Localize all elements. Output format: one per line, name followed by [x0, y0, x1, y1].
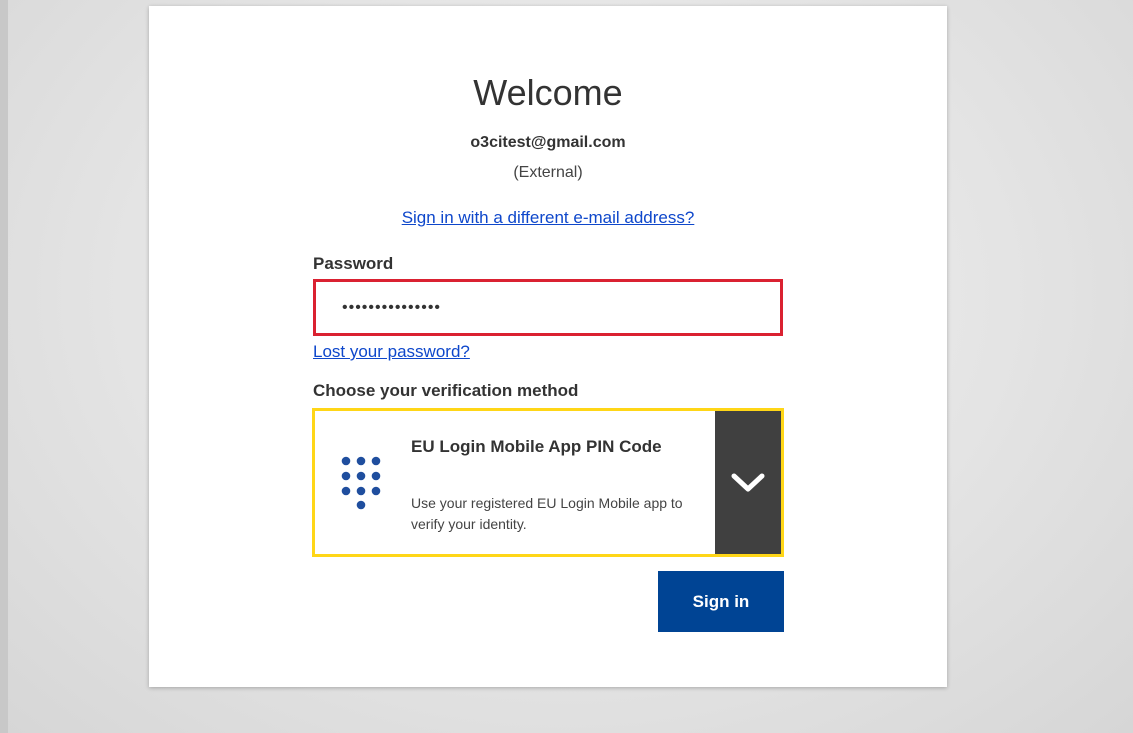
keypad-icon: [341, 456, 381, 510]
sign-in-button[interactable]: Sign in: [658, 571, 784, 632]
method-title: EU Login Mobile App PIN Code: [411, 437, 662, 456]
method-dropdown-toggle[interactable]: [715, 411, 781, 554]
lost-password-link-wrap: Lost your password?: [313, 342, 470, 362]
verification-method-label: Choose your verification method: [313, 381, 579, 400]
chevron-down-icon: [731, 473, 765, 491]
password-label: Password: [313, 254, 394, 273]
method-description: Use your registered EU Login Mobile app …: [411, 495, 683, 532]
different-email-link-wrap: Sign in with a different e-mail address?: [149, 208, 947, 228]
account-type: (External): [513, 164, 583, 181]
background-edge: [0, 0, 8, 733]
user-email: o3citest@gmail.com: [470, 134, 626, 151]
page-title: Welcome: [473, 72, 623, 113]
password-input[interactable]: [313, 279, 783, 336]
login-card: Welcome o3citest@gmail.com (External) Si…: [149, 6, 947, 687]
lost-password-link[interactable]: Lost your password?: [313, 342, 470, 361]
different-email-link[interactable]: Sign in with a different e-mail address?: [402, 208, 695, 227]
verification-method-select[interactable]: EU Login Mobile App PIN Code Use your re…: [312, 408, 784, 557]
